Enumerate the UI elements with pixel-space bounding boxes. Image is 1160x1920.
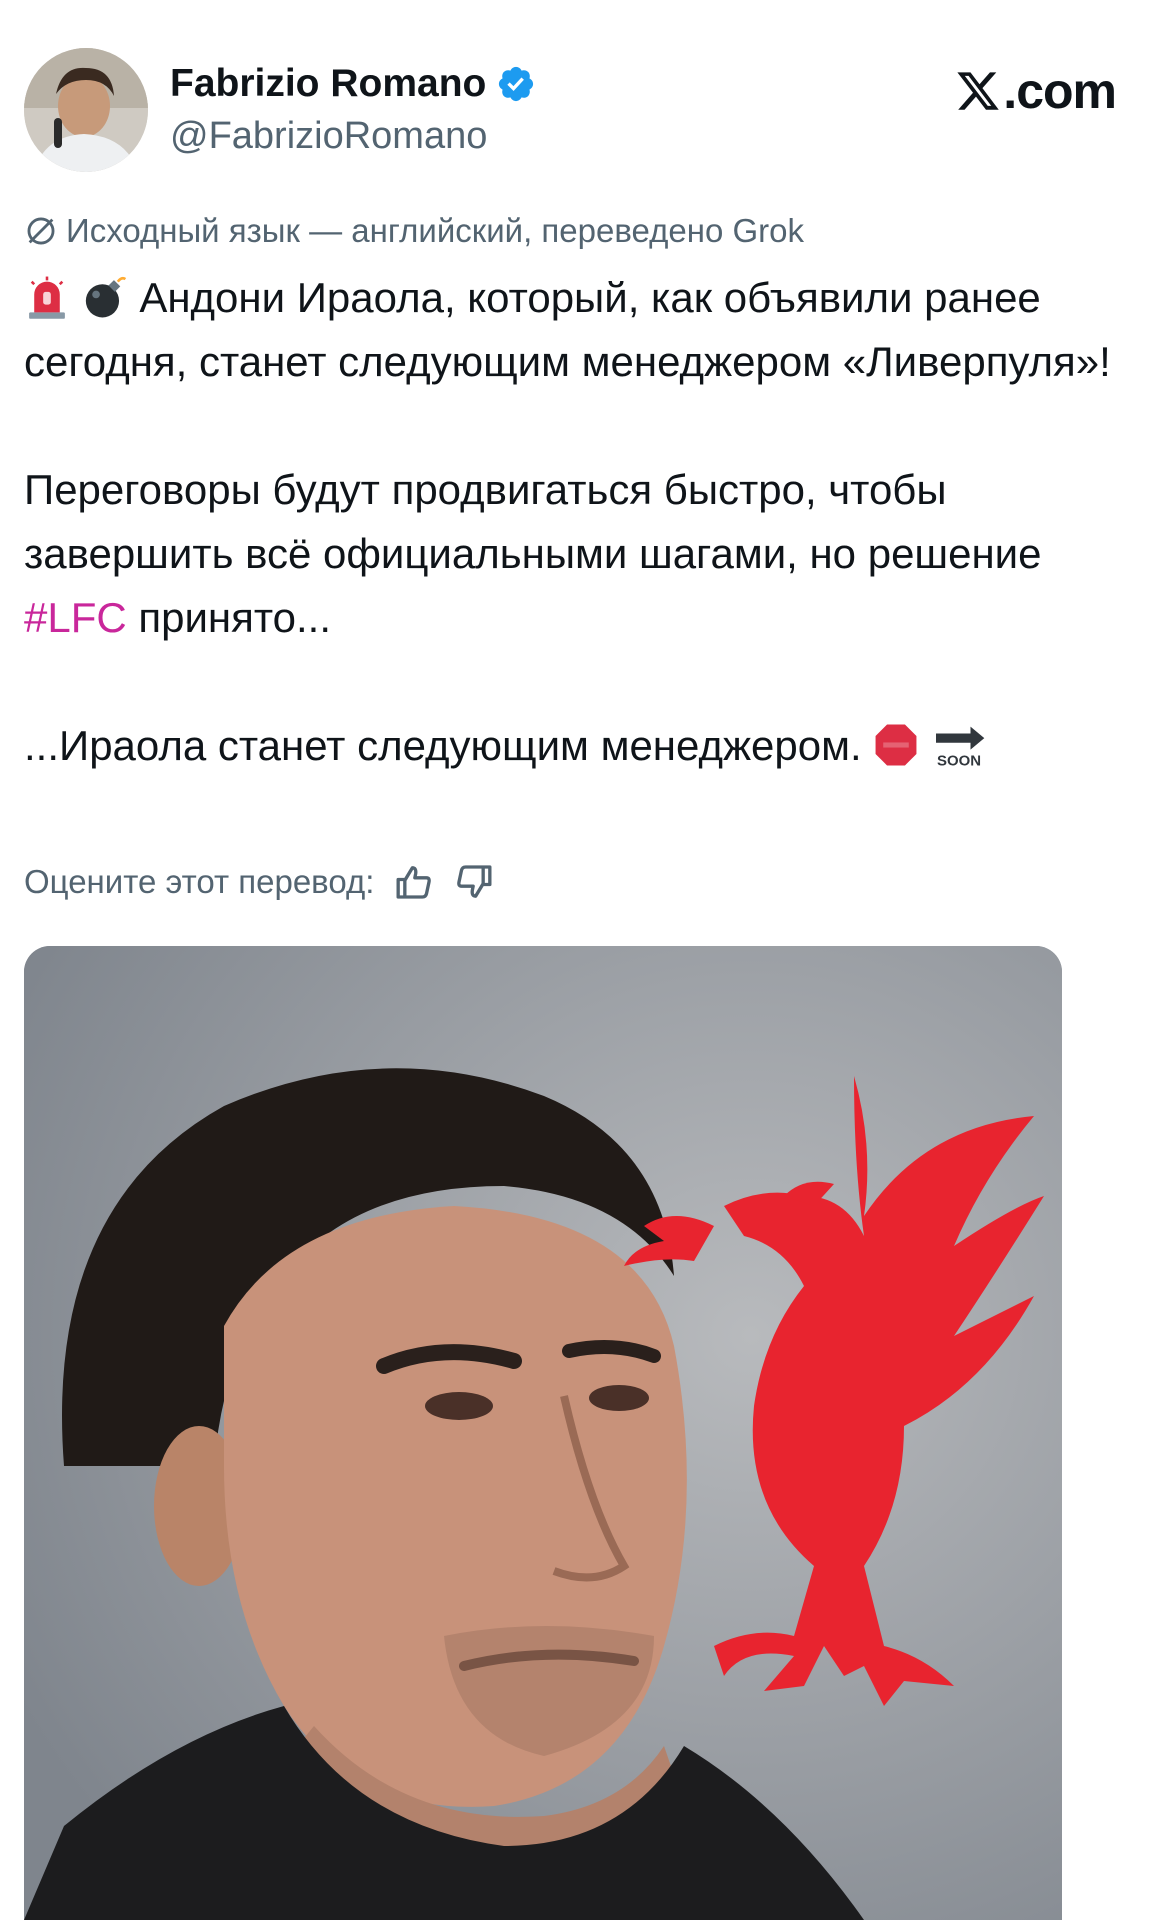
translation-note-text: Исходный язык — английский, переведено G…: [66, 212, 805, 249]
soon-arrow-icon: SOON: [936, 726, 985, 768]
author-handle[interactable]: @FabrizioRomano: [170, 115, 487, 158]
siren-icon: [29, 276, 65, 319]
rate-translation-label: Оцените этот перевод:: [24, 863, 375, 900]
tweet-paragraph-3: ...Ираола станет следующим менеджером. S…: [24, 714, 1136, 778]
thumbs-down-icon[interactable]: [454, 862, 494, 902]
tweet-line-1: Андони Ираола, который, как объявили ран…: [24, 274, 1111, 385]
tweet-paragraph-2: Переговоры будут продвигаться быстро, чт…: [24, 458, 1136, 650]
x-logo-icon: [957, 72, 1000, 110]
globe-slash-icon: [27, 217, 55, 245]
verified-badge-icon[interactable]: [496, 64, 536, 104]
stop-sign-icon: [875, 724, 917, 766]
site-logo: .com: [955, 62, 1117, 120]
author-name[interactable]: Fabrizio Romano: [170, 62, 536, 106]
author-name-text: Fabrizio Romano: [170, 62, 487, 105]
translation-note[interactable]: Исходный язык — английский, переведено G…: [24, 212, 804, 250]
tweet-media-image[interactable]: [24, 946, 1062, 1920]
avatar-photo: [24, 48, 148, 172]
thumbs-up-icon[interactable]: [394, 862, 434, 902]
soon-label: SOON: [937, 753, 981, 768]
hashtag-link[interactable]: #LFC: [24, 594, 127, 641]
tweet-para3: ...Ираола станет следующим менеджером.: [24, 722, 862, 769]
bomb-icon: [85, 276, 126, 318]
tweet-text: Андони Ираола, который, как объявили ран…: [24, 266, 1136, 778]
media-illustration: [24, 946, 1062, 1920]
tweet-para2-after: принято...: [126, 594, 332, 641]
author-avatar[interactable]: [24, 48, 148, 172]
rate-translation-row: Оцените этот перевод:: [24, 862, 494, 902]
tweet-paragraph-1: Андони Ираола, который, как объявили ран…: [24, 266, 1136, 394]
site-label: .com: [1003, 63, 1117, 119]
tweet-para2-before: Переговоры будут продвигаться быстро, чт…: [24, 466, 1042, 577]
